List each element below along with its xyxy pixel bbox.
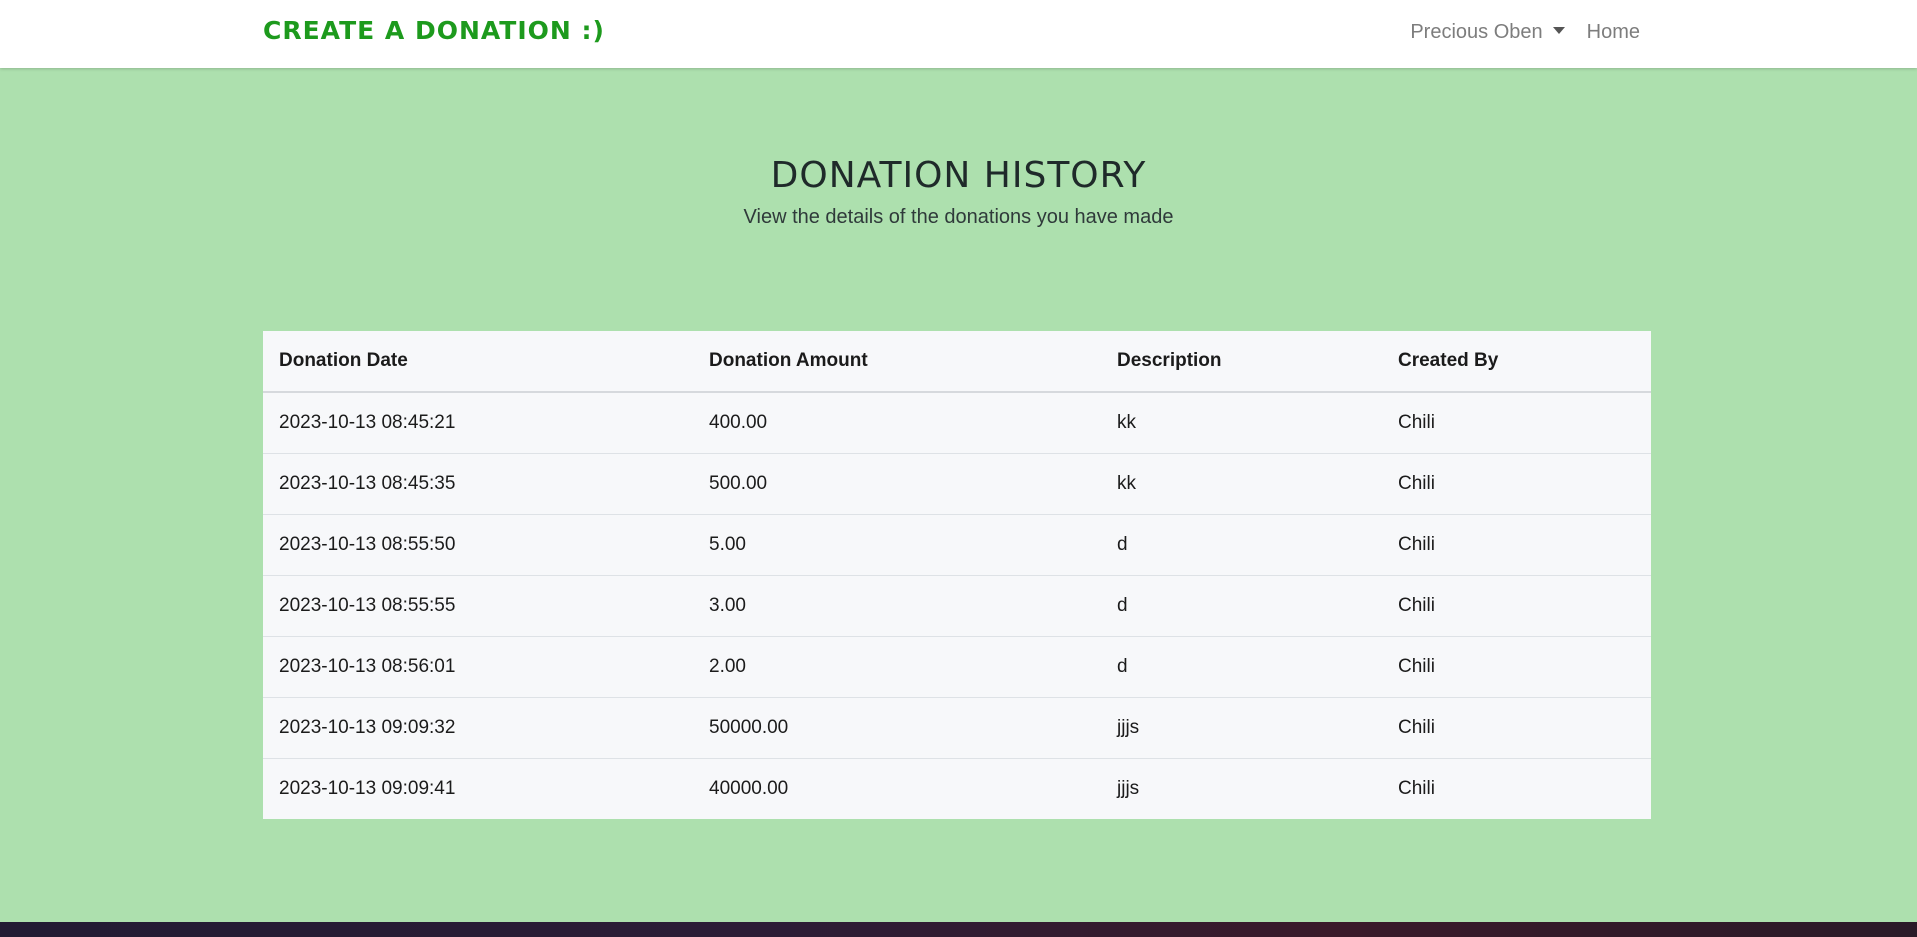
column-header-donation-amount: Donation Amount — [693, 331, 1101, 393]
column-header-description: Description — [1101, 331, 1382, 393]
cell-created-by: Chili — [1382, 453, 1651, 515]
table-row: 2023-10-13 08:45:35 500.00 kk Chili — [263, 453, 1651, 515]
cell-description: d — [1101, 575, 1382, 637]
cell-description: kk — [1101, 392, 1382, 454]
cell-donation-date: 2023-10-13 09:09:41 — [279, 778, 456, 799]
page-header: DONATION HISTORY View the details of the… — [0, 155, 1917, 229]
cell-donation-date: 2023-10-13 08:55:50 — [263, 514, 693, 576]
donation-history-table: Donation Date Donation Amount Descriptio… — [263, 331, 1651, 819]
cell-donation-date: 2023-10-13 09:09:32 — [263, 697, 693, 759]
cell-donation-date: 2023-10-13 08:56:01 — [263, 636, 693, 698]
nav-links: Precious Oben Home — [1410, 21, 1640, 44]
cell-donation-amount: 50000.00 — [693, 697, 1101, 759]
cell-created-by: Chili — [1382, 392, 1651, 454]
cell-donation-date: 2023-10-13 08:45:21 — [263, 392, 693, 454]
home-link[interactable]: Home — [1587, 21, 1640, 44]
cell-donation-amount: 500.00 — [693, 453, 1101, 515]
user-menu-label: Precious Oben — [1410, 21, 1543, 43]
cell-donation-amount: 5.00 — [693, 514, 1101, 576]
cell-donation-amount: 3.00 — [693, 575, 1101, 637]
cell-description: jjjs — [1101, 697, 1382, 759]
cell-donation-amount: 400.00 — [693, 392, 1101, 454]
page-title: DONATION HISTORY — [770, 155, 1147, 196]
donation-history-table-container: Donation Date Donation Amount Descriptio… — [263, 331, 1651, 819]
user-menu-dropdown[interactable]: Precious Oben — [1410, 21, 1565, 44]
brand-link[interactable]: CREATE A DONATION :) — [263, 16, 605, 45]
cell-description: jjjs — [1117, 778, 1140, 799]
page-subtitle: View the details of the donations you ha… — [743, 206, 1174, 228]
cell-donation-date: 2023-10-13 08:45:35 — [263, 453, 693, 515]
table-row: 2023-10-13 08:45:21 400.00 kk Chili — [263, 392, 1651, 454]
chevron-down-icon — [1552, 27, 1565, 34]
cell-created-by: Chili — [1382, 697, 1651, 759]
cell-donation-date: 2023-10-13 08:55:55 — [263, 575, 693, 637]
cell-created-by: Chili — [1382, 514, 1651, 576]
table-header-row: Donation Date Donation Amount Descriptio… — [263, 331, 1651, 393]
table-row: 2023-10-13 08:55:50 5.00 d Chili — [263, 514, 1651, 576]
table-row: 2023-10-13 09:09:41 40000.00 jjjs Chili — [263, 759, 1651, 820]
os-taskbar — [0, 922, 1917, 937]
cell-created-by: Chili — [1398, 778, 1435, 799]
top-navbar: CREATE A DONATION :) Precious Oben Home — [0, 0, 1917, 68]
cell-description: d — [1101, 514, 1382, 576]
cell-created-by: Chili — [1382, 636, 1651, 698]
table-row: 2023-10-13 08:56:01 2.00 d Chili — [263, 636, 1651, 698]
cell-description: kk — [1101, 453, 1382, 515]
table-row: 2023-10-13 08:55:55 3.00 d Chili — [263, 575, 1651, 637]
cell-donation-amount: 40000.00 — [709, 778, 789, 799]
cell-donation-amount: 2.00 — [693, 636, 1101, 698]
table-row: 2023-10-13 09:09:32 50000.00 jjjs Chili — [263, 697, 1651, 759]
cell-created-by: Chili — [1382, 575, 1651, 637]
column-header-created-by: Created By — [1382, 331, 1651, 393]
cell-description: d — [1101, 636, 1382, 698]
column-header-donation-date: Donation Date — [263, 331, 693, 393]
